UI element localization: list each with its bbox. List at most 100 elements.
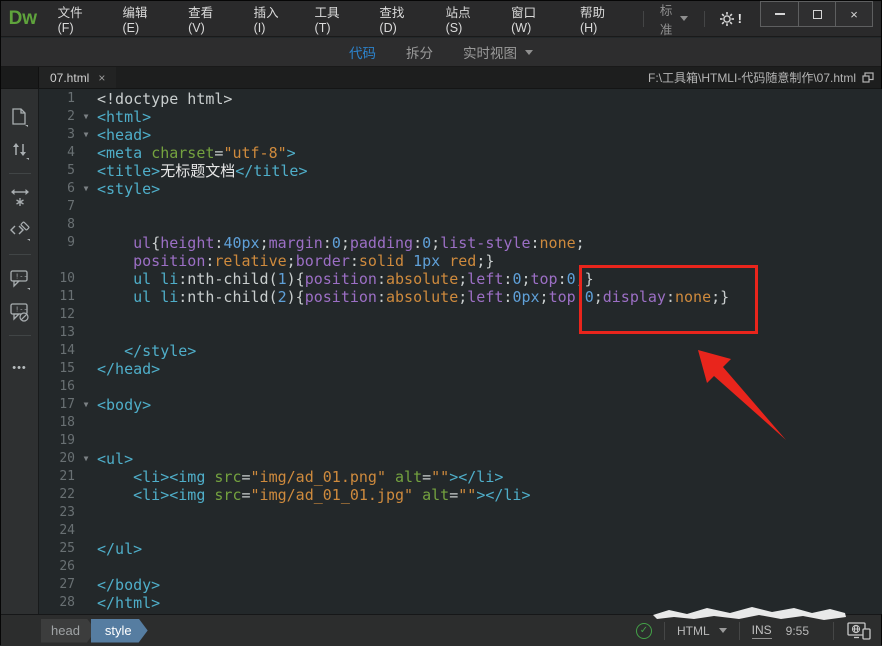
code-line[interactable]: 21 <li><img src="img/ad_01.png" alt=""><… <box>39 468 882 486</box>
code-line[interactable]: 25</ul> <box>39 540 882 558</box>
maximize-icon <box>813 10 822 19</box>
line-number: 6 <box>39 180 75 198</box>
code-line[interactable]: 8 <box>39 216 882 234</box>
close-icon: × <box>850 7 858 22</box>
fold-gutter <box>75 144 97 162</box>
code-line[interactable]: 27</body> <box>39 576 882 594</box>
code-line[interactable]: 9 ul{height:40px;margin:0;padding:0;list… <box>39 234 882 252</box>
chevron-down-icon <box>719 628 727 633</box>
divider <box>9 173 31 174</box>
menu-view[interactable]: 查看(V) <box>175 1 241 36</box>
fold-gutter <box>75 468 97 486</box>
code-line[interactable]: 3▼<head> <box>39 126 882 144</box>
workspace-label: 标准 <box>660 0 673 38</box>
tab-split[interactable]: 拆分 <box>406 42 433 62</box>
menu-tools[interactable]: 工具(T) <box>302 1 367 36</box>
code-text: <li><img src="img/ad_01.png" alt=""></li… <box>97 468 503 486</box>
fold-gutter <box>75 234 97 252</box>
menu-help[interactable]: 帮助(H) <box>567 1 633 36</box>
preview-devices-icon <box>846 621 872 641</box>
tag-chip-head[interactable]: head <box>41 619 96 643</box>
code-text: </html> <box>97 594 160 612</box>
insert-mode-indicator[interactable]: INS <box>752 623 772 639</box>
comment-bubble-icon: !-- <box>9 269 30 290</box>
line-number: 4 <box>39 144 75 162</box>
remove-comment-button[interactable]: !-- <box>8 300 32 324</box>
menu-window[interactable]: 窗口(W) <box>498 1 567 36</box>
line-number: 26 <box>39 558 75 576</box>
fold-arrow-icon[interactable]: ▼ <box>75 450 97 468</box>
fold-gutter <box>75 270 97 288</box>
close-button[interactable]: × <box>835 2 872 26</box>
menu-find[interactable]: 查找(D) <box>366 1 432 36</box>
settings-button[interactable]: ! <box>715 11 746 27</box>
line-number: 12 <box>39 306 75 324</box>
lint-ok-icon: ✓ <box>636 623 652 639</box>
svg-text:!--: !-- <box>15 272 28 280</box>
code-text: <!doctype html> <box>97 90 232 108</box>
code-line[interactable]: 1<!doctype html> <box>39 90 882 108</box>
code-line[interactable]: 22 <li><img src="img/ad_01_01.jpg" alt="… <box>39 486 882 504</box>
code-line[interactable]: 26 <box>39 558 882 576</box>
divider <box>833 622 834 640</box>
fold-arrow-icon[interactable]: ▼ <box>75 126 97 144</box>
line-number: 16 <box>39 378 75 396</box>
fold-gutter <box>75 504 97 522</box>
code-line[interactable]: 6▼<style> <box>39 180 882 198</box>
code-line[interactable]: 20▼<ul> <box>39 450 882 468</box>
doctype-selector[interactable]: HTML <box>677 624 727 638</box>
menu-insert[interactable]: 插入(I) <box>241 1 302 36</box>
code-text: <ul> <box>97 450 133 468</box>
line-number: 19 <box>39 432 75 450</box>
code-text: </ul> <box>97 540 142 558</box>
gear-icon <box>719 11 735 27</box>
code-line[interactable]: 2▼<html> <box>39 108 882 126</box>
chevron-down-icon <box>525 50 533 55</box>
detach-window-icon[interactable] <box>862 72 874 83</box>
document-icon <box>11 108 28 127</box>
fold-arrow-icon[interactable]: ▼ <box>75 180 97 198</box>
fold-arrow-icon[interactable]: ▼ <box>75 108 97 126</box>
word-wrap-button[interactable] <box>8 186 32 210</box>
menu-site[interactable]: 站点(S) <box>433 1 499 36</box>
red-arrow-icon <box>653 337 813 452</box>
format-source-button[interactable] <box>8 219 32 243</box>
fold-gutter <box>75 378 97 396</box>
divider <box>9 335 31 336</box>
line-number: 9 <box>39 234 75 252</box>
tab-code[interactable]: 代码 <box>349 42 376 62</box>
move-lines-button[interactable] <box>8 138 32 162</box>
fold-arrow-icon[interactable]: ▼ <box>75 396 97 414</box>
workspace-switcher[interactable]: 标准 <box>654 0 694 38</box>
chevron-down-icon <box>680 16 688 21</box>
maximize-button[interactable] <box>798 2 835 26</box>
document-tab-bar: 07.html × F:\工具箱\HTMLI-代码随意制作\07.html <box>1 67 881 89</box>
line-number: 10 <box>39 270 75 288</box>
more-options-button[interactable]: ••• <box>12 362 27 374</box>
tab-live-view[interactable]: 实时视图 <box>463 42 533 62</box>
line-number: 23 <box>39 504 75 522</box>
fold-gutter <box>75 486 97 504</box>
dreamweaver-logo: Dw <box>1 8 45 30</box>
code-line[interactable]: 23 <box>39 504 882 522</box>
notification-badge: ! <box>738 11 742 26</box>
open-documents-button[interactable] <box>8 105 32 129</box>
code-line[interactable]: 5<title>无标题文档</title> <box>39 162 882 180</box>
code-line[interactable]: 24 <box>39 522 882 540</box>
code-line[interactable]: 7 <box>39 198 882 216</box>
coding-toolbar: !-- !-- ••• <box>1 89 39 614</box>
document-tab[interactable]: 07.html × <box>39 67 116 88</box>
menu-file[interactable]: 文件(F) <box>45 1 110 36</box>
minimize-button[interactable] <box>761 2 798 26</box>
close-tab-icon[interactable]: × <box>98 71 105 85</box>
realtime-preview-button[interactable] <box>846 621 872 641</box>
menu-edit[interactable]: 编辑(E) <box>110 1 176 36</box>
code-text: </head> <box>97 360 160 378</box>
white-smudge-artifact <box>653 605 848 622</box>
fold-gutter <box>75 324 97 342</box>
view-switch-bar: 代码 拆分 实时视图 <box>1 38 881 67</box>
apply-comment-button[interactable]: !-- <box>8 267 32 291</box>
line-number <box>39 252 75 270</box>
tag-chip-style[interactable]: style <box>91 619 148 643</box>
code-line[interactable]: 4<meta charset="utf-8"> <box>39 144 882 162</box>
